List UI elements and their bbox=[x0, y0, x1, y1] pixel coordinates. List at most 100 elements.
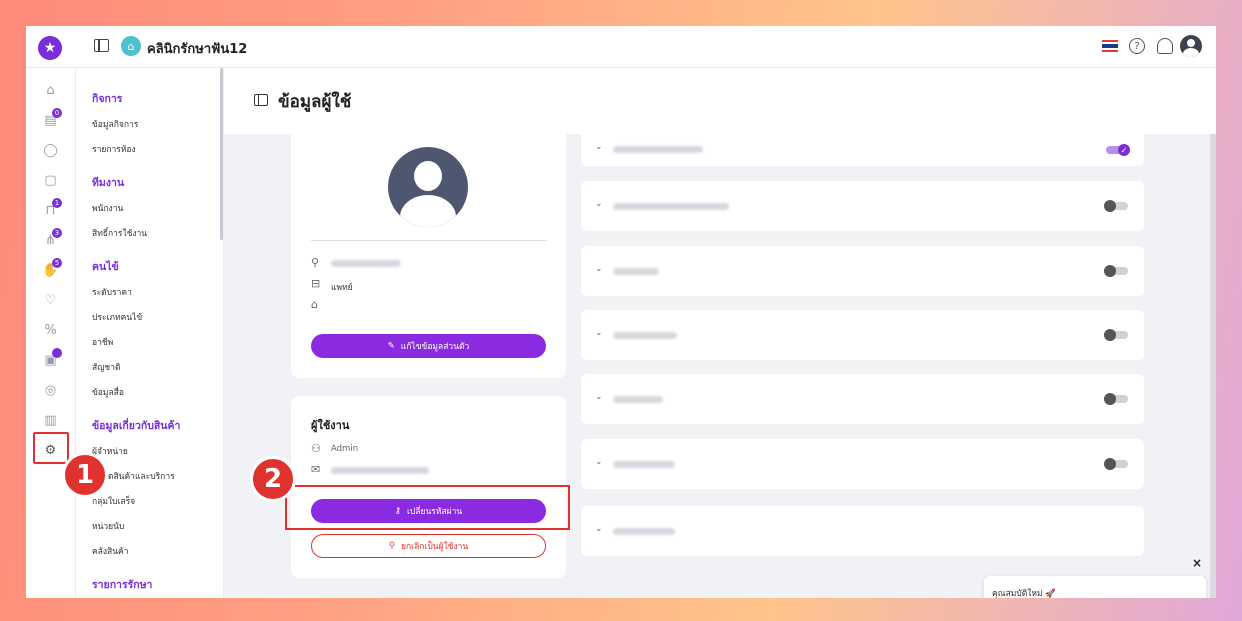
help-icon[interactable]: ? bbox=[1129, 38, 1145, 54]
menu-section-team: ทีมงาน bbox=[92, 177, 125, 189]
page-title: ข้อมูลผู้ใช้ bbox=[278, 92, 352, 112]
remove-user-icon: ⚲ bbox=[388, 541, 396, 551]
check-icon: ✓ bbox=[1118, 144, 1130, 156]
home-icon[interactable]: ⌂ bbox=[42, 82, 59, 99]
permission-toggle[interactable] bbox=[1104, 200, 1128, 212]
cancel-user-label: ยกเลิกเป็นผู้ใช้งาน bbox=[401, 542, 469, 552]
permission-toggle[interactable] bbox=[1104, 265, 1128, 277]
profile-card: ⚲ ⊟ แพทย์ ⌂ ✎ แก้ไขข้อมูลส่วนตัว bbox=[291, 134, 566, 378]
permission-label-blurred bbox=[613, 396, 663, 403]
name-blurred bbox=[331, 260, 401, 267]
step-2-marker: 2 bbox=[250, 456, 296, 502]
settings-highlight-box bbox=[33, 432, 69, 464]
menu-item-media[interactable]: ข้อมูลสื่อ bbox=[92, 385, 124, 399]
permission-toggle[interactable]: ✓ bbox=[1106, 144, 1130, 156]
profile-divider bbox=[311, 240, 547, 241]
chevron-down-icon[interactable]: ⌄ bbox=[595, 457, 603, 467]
percent-icon[interactable]: % bbox=[42, 322, 59, 339]
permission-toggle[interactable] bbox=[1104, 329, 1128, 341]
thai-flag-icon[interactable] bbox=[1102, 40, 1118, 52]
app-window: ★ ⌂ คลินิกรักษาฟัน12 ? ⌂ ▤ 0 ◯ ▢ ⊓ 1 ⋔ 3… bbox=[26, 26, 1216, 598]
mail-icon: ✉ bbox=[311, 463, 321, 476]
cancel-user-button[interactable]: ⚲ ยกเลิกเป็นผู้ใช้งาน bbox=[311, 534, 546, 558]
edit-profile-label: แก้ไขข้อมูลส่วนตัว bbox=[400, 342, 470, 352]
permission-row[interactable]: ⌄ bbox=[581, 310, 1144, 360]
edit-icon: ✎ bbox=[387, 341, 395, 351]
position-text: แพทย์ bbox=[331, 283, 353, 293]
menu-item-permissions[interactable]: สิทธิ์การใช้งาน bbox=[92, 226, 147, 240]
patient-icon[interactable]: ◯ bbox=[42, 142, 59, 159]
app-logo-star-icon[interactable]: ★ bbox=[38, 36, 62, 60]
permission-row[interactable]: ⌄ ✓ bbox=[581, 134, 1144, 166]
rail-badge: 0 bbox=[52, 108, 62, 118]
menu-section-business: กิจการ bbox=[92, 93, 123, 105]
panel-icon[interactable] bbox=[254, 94, 268, 106]
user-avatar[interactable] bbox=[1180, 35, 1202, 57]
rail-dot-badge bbox=[52, 348, 62, 358]
permission-label-blurred bbox=[613, 461, 675, 468]
person-icon: ⚲ bbox=[311, 256, 320, 269]
new-features-text: คุณสมบัติใหม่ 🚀 bbox=[992, 589, 1056, 598]
page-scrollbar[interactable] bbox=[1210, 134, 1216, 598]
chevron-down-icon[interactable]: ⌄ bbox=[595, 264, 603, 274]
menu-item-occupation[interactable]: อาชีพ bbox=[92, 335, 113, 349]
profile-avatar bbox=[388, 147, 468, 227]
new-features-card[interactable]: คุณสมบัติใหม่ 🚀 bbox=[984, 576, 1206, 598]
page-header: ข้อมูลผู้ใช้ bbox=[224, 68, 1216, 134]
menu-section-treatments: รายการรักษา bbox=[92, 579, 153, 591]
permission-row[interactable]: ⌄ bbox=[581, 181, 1144, 231]
top-bar: ★ ⌂ คลินิกรักษาฟัน12 ? bbox=[26, 26, 1216, 68]
permission-label-blurred bbox=[613, 268, 659, 275]
menu-item-units[interactable]: หน่วยนับ bbox=[92, 519, 124, 533]
money-circle-icon[interactable]: ◎ bbox=[42, 382, 59, 399]
menu-section-products: ข้อมูลเกี่ยวกับสินค้า bbox=[92, 420, 181, 432]
graduation-cap-icon: ⌂ bbox=[311, 298, 318, 311]
permission-toggle[interactable] bbox=[1104, 458, 1128, 470]
chevron-down-icon[interactable]: ⌄ bbox=[595, 524, 603, 534]
rail-badge: 1 bbox=[52, 198, 62, 208]
step-1-marker: 1 bbox=[62, 452, 108, 498]
role-text: Admin bbox=[331, 444, 359, 454]
chevron-down-icon[interactable]: ⌄ bbox=[595, 142, 603, 152]
menu-scrollbar[interactable] bbox=[220, 68, 223, 240]
close-icon[interactable]: × bbox=[1192, 556, 1202, 570]
sidebar-toggle-icon[interactable] bbox=[94, 39, 109, 52]
icon-rail: ⌂ ▤ 0 ◯ ▢ ⊓ 1 ⋔ 3 ✋ 5 ♡ % ▣ ◎ ▥ ⚙ bbox=[26, 68, 76, 598]
menu-item-warehouse[interactable]: คลังสินค้า bbox=[92, 544, 129, 558]
permission-label-blurred bbox=[613, 203, 729, 210]
permission-row[interactable]: ⌄ bbox=[581, 439, 1144, 489]
menu-item-patient-type[interactable]: ประเภทคนไข้ bbox=[92, 310, 142, 324]
document-icon[interactable]: ▢ bbox=[42, 172, 59, 189]
rail-badge: 5 bbox=[52, 258, 62, 268]
permission-row[interactable]: ⌄ bbox=[581, 246, 1144, 296]
menu-item-rooms[interactable]: รายการห้อง bbox=[92, 142, 136, 156]
edit-profile-button[interactable]: ✎ แก้ไขข้อมูลส่วนตัว bbox=[311, 334, 546, 358]
chevron-down-icon[interactable]: ⌄ bbox=[595, 199, 603, 209]
clinic-home-icon: ⌂ bbox=[121, 36, 141, 56]
permission-row[interactable]: ⌄ bbox=[581, 374, 1144, 424]
user-card-title: ผู้ใช้งาน bbox=[311, 419, 350, 432]
clinic-name[interactable]: คลินิกรักษาฟัน12 bbox=[147, 38, 247, 59]
permission-row[interactable]: ⌄ bbox=[581, 506, 1144, 556]
permission-label-blurred bbox=[613, 332, 677, 339]
chevron-down-icon[interactable]: ⌄ bbox=[595, 392, 603, 402]
email-blurred bbox=[331, 467, 429, 474]
permission-label-blurred bbox=[613, 146, 703, 153]
briefcase-icon: ⊟ bbox=[311, 277, 321, 290]
menu-section-patients: คนไข้ bbox=[92, 261, 119, 273]
rail-badge: 3 bbox=[52, 228, 62, 238]
menu-item-nationality[interactable]: สัญชาติ bbox=[92, 360, 121, 374]
chevron-down-icon[interactable]: ⌄ bbox=[595, 328, 603, 338]
tooth-icon[interactable]: ♡ bbox=[42, 292, 59, 309]
menu-item-staff[interactable]: พนักงาน bbox=[92, 201, 123, 215]
menu-item-price-level[interactable]: ระดับราคา bbox=[92, 285, 132, 299]
users-icon: ⚇ bbox=[311, 442, 321, 455]
settings-menu: กิจการ ข้อมูลกิจการ รายการห้อง ทีมงาน พน… bbox=[76, 68, 224, 598]
bell-icon[interactable] bbox=[1157, 38, 1173, 54]
change-password-highlight bbox=[285, 485, 570, 530]
menu-item-business-info[interactable]: ข้อมูลกิจการ bbox=[92, 117, 138, 131]
permission-label-blurred bbox=[613, 528, 675, 535]
report-chart-icon[interactable]: ▥ bbox=[42, 412, 59, 429]
permission-toggle[interactable] bbox=[1104, 393, 1128, 405]
menu-item-receipt-groups[interactable]: กลุ่มใบเสร็จ bbox=[92, 494, 135, 508]
